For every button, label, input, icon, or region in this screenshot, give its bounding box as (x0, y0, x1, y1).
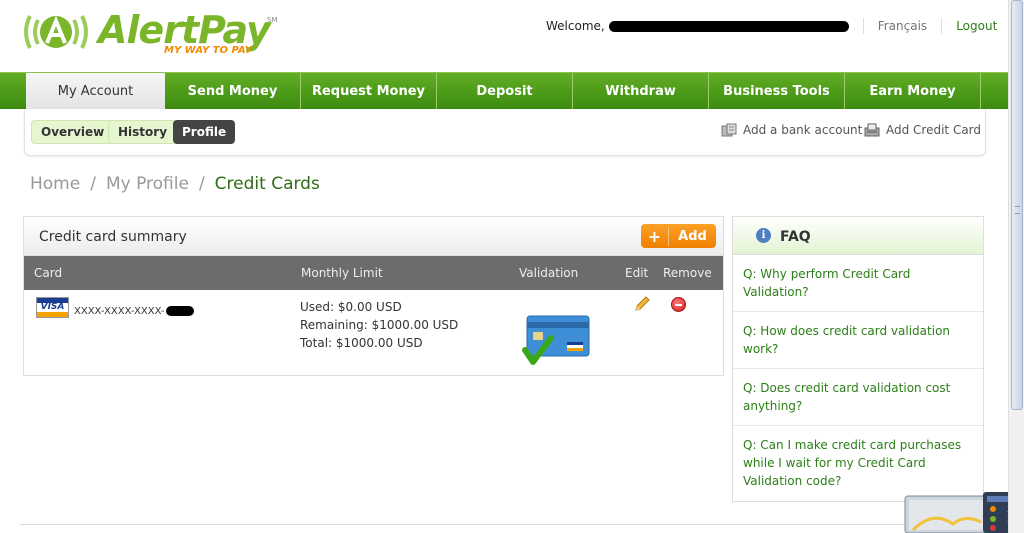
table-header: Card Monthly Limit Validation Edit Remov… (24, 256, 723, 290)
alertpay-logo[interactable]: AlertPay SM MY WAY TO PAY (20, 8, 280, 62)
faq-link-purchases-while-waiting[interactable]: Q: Can I make credit card purchases whil… (733, 426, 983, 501)
plus-icon: + (641, 226, 669, 246)
bank-icon (721, 123, 737, 137)
tab-my-account[interactable]: My Account (26, 73, 165, 109)
logo-tagline: MY WAY TO PAY (164, 45, 252, 56)
remove-icon[interactable] (671, 297, 686, 312)
col-card: Card (34, 266, 63, 280)
tab-withdraw[interactable]: Withdraw (573, 73, 709, 109)
monthly-limit-values: Used: $0.00 USD Remaining: $1000.00 USD … (300, 298, 458, 352)
info-icon: i (756, 228, 771, 243)
tab-send-money[interactable]: Send Money (165, 73, 301, 109)
divider (862, 18, 864, 34)
tab-deposit[interactable]: Deposit (437, 73, 573, 109)
breadcrumb-home[interactable]: Home (30, 174, 80, 194)
add-bank-account-link[interactable]: Add a bank account (721, 123, 862, 137)
divider (941, 18, 943, 34)
faq-title: FAQ (780, 229, 811, 245)
redacted-username (608, 20, 849, 32)
subnav-panel: Overview History Profile Add a bank acco… (24, 109, 986, 156)
top-utility-nav: Welcome, Français Logout (546, 18, 997, 34)
col-validation: Validation (519, 266, 579, 280)
limit-used: Used: $0.00 USD (300, 300, 402, 314)
language-link[interactable]: Français (878, 19, 927, 33)
breadcrumb-separator: / (90, 174, 96, 194)
logout-link[interactable]: Logout (956, 19, 997, 33)
status-widget-graphic: 51 20 2 (904, 492, 1024, 533)
credit-card-summary-panel: Credit card summary + Add Card Monthly L… (23, 216, 724, 376)
pencil-edit-icon[interactable] (633, 295, 651, 313)
breadcrumb: Home / My Profile / Credit Cards (30, 174, 320, 194)
card-reader-icon (864, 123, 880, 137)
col-remove: Remove (663, 266, 712, 280)
validated-card-icon (522, 315, 590, 365)
card-number: XXXX-XXXX-XXXX- (74, 306, 194, 317)
logo-mark-icon (24, 15, 88, 49)
tab-business-tools[interactable]: Business Tools (709, 73, 845, 109)
faq-link-how-validation-works[interactable]: Q: How does credit card validation work? (733, 312, 983, 369)
summary-title: Credit card summary (39, 229, 187, 245)
add-button-label: Add (678, 228, 707, 244)
summary-header: Credit card summary + Add (24, 217, 723, 256)
card-number-text: XXXX-XXXX-XXXX- (74, 306, 165, 317)
col-edit: Edit (625, 266, 649, 280)
welcome-text: Welcome, (546, 19, 605, 33)
footer-divider (20, 524, 986, 525)
redacted-card-digits (165, 306, 194, 316)
visa-label: VISA (40, 302, 65, 312)
add-credit-card-label: Add Credit Card (886, 123, 982, 137)
vertical-scrollbar[interactable] (1008, 0, 1024, 533)
table-row: VISA XXXX-XXXX-XXXX- Used: $0.00 USD Rem… (24, 290, 723, 376)
tab-request-money[interactable]: Request Money (301, 73, 437, 109)
limit-total: Total: $1000.00 USD (300, 336, 423, 350)
scrollbar-thumb[interactable] (1011, 0, 1023, 410)
limit-remaining: Remaining: $1000.00 USD (300, 318, 459, 332)
subnav-history[interactable]: History (108, 120, 178, 144)
scrollbar-grip (1015, 206, 1020, 214)
add-card-button[interactable]: + Add (641, 224, 716, 248)
breadcrumb-current: Credit Cards (214, 174, 320, 194)
header: AlertPay SM MY WAY TO PAY Welcome, Franç… (0, 0, 1008, 72)
subnav-overview[interactable]: Overview (31, 120, 115, 144)
faq-panel: i FAQ Q: Why perform Credit Card Validat… (732, 216, 984, 502)
tab-earn-money[interactable]: Earn Money (845, 73, 981, 109)
faq-link-why-validate[interactable]: Q: Why perform Credit Card Validation? (733, 255, 983, 312)
main-nav: My Account Send Money Request Money Depo… (0, 72, 1008, 109)
faq-header: i FAQ (733, 217, 983, 255)
breadcrumb-separator: / (198, 174, 205, 194)
logo-service-mark: SM (267, 16, 278, 24)
visa-card-icon: VISA (36, 297, 69, 318)
floating-status-widget[interactable]: 51 20 2 (903, 492, 1024, 533)
faq-link-validation-cost[interactable]: Q: Does credit card validation cost anyt… (733, 369, 983, 426)
add-bank-account-label: Add a bank account (743, 123, 863, 137)
breadcrumb-my-profile[interactable]: My Profile (106, 174, 189, 194)
add-credit-card-link[interactable]: Add Credit Card (864, 123, 981, 137)
col-monthly-limit: Monthly Limit (301, 266, 383, 280)
subnav-profile[interactable]: Profile (173, 120, 236, 144)
